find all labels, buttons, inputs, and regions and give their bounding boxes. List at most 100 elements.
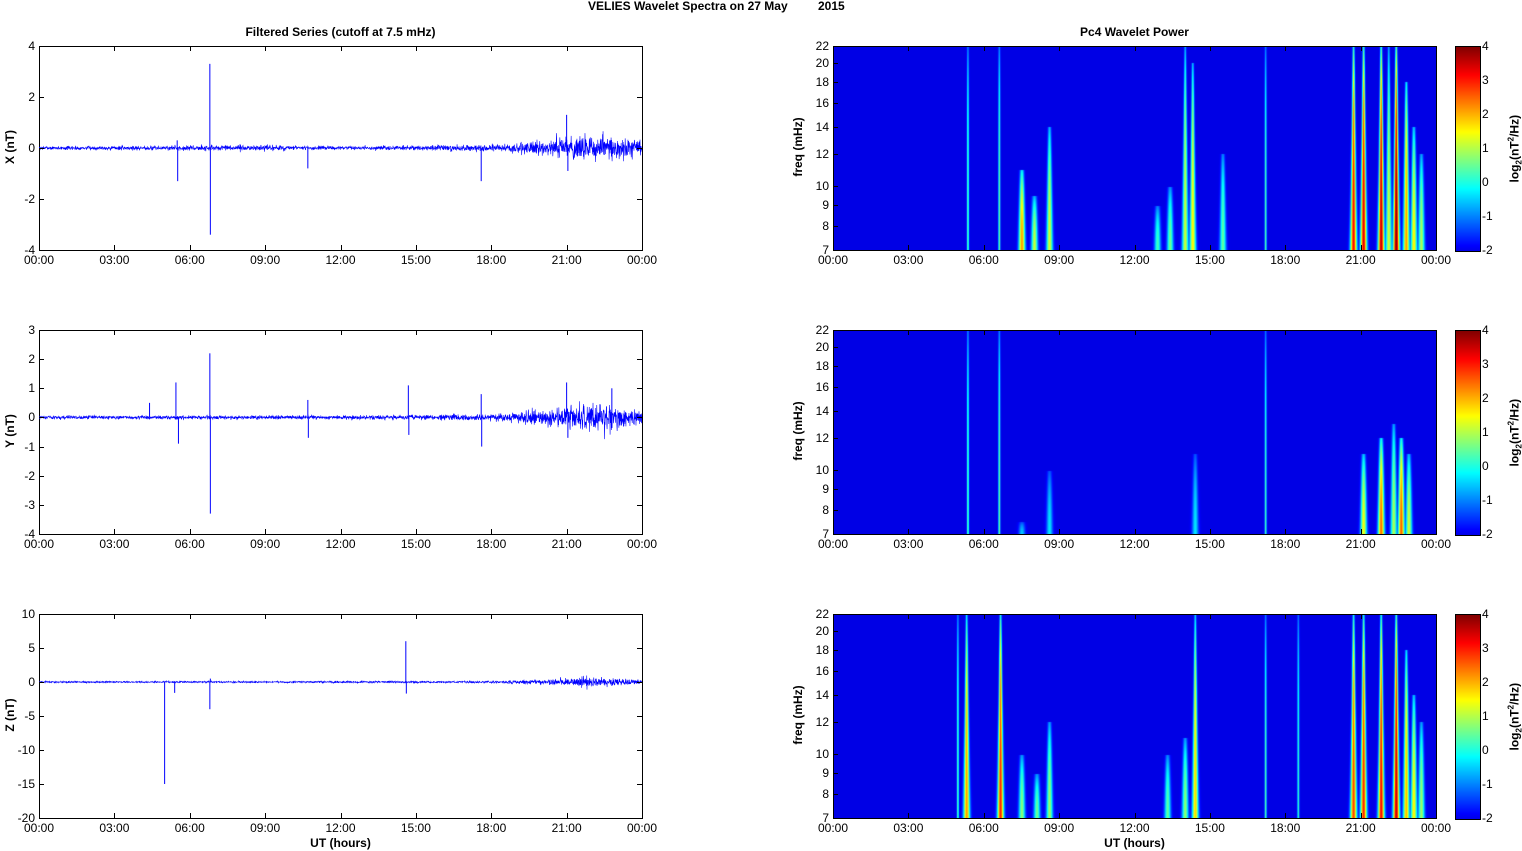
y-tick: [637, 359, 642, 361]
x-tick-label: 15:00: [1194, 537, 1225, 551]
x-tick: [908, 614, 910, 619]
x-axis-label-right: UT (hours): [1104, 836, 1165, 850]
y-tick: [833, 126, 838, 128]
x-tick: [566, 46, 568, 51]
colorbar-tick-label: 4: [1482, 39, 1489, 53]
wavelet-axes: [833, 330, 1437, 535]
x-tick: [114, 813, 116, 818]
time-series-plot: [39, 353, 642, 514]
x-tick-label: 06:00: [174, 253, 205, 267]
y-tick: [833, 694, 838, 696]
y-tick-label: 12: [815, 430, 829, 445]
x-tick: [1285, 614, 1287, 619]
x-tick-label: 12:00: [325, 537, 356, 551]
x-tick-label: 00:00: [23, 821, 55, 835]
colorbar-tick-label: 1: [1482, 425, 1489, 439]
x-tick-label: 00:00: [626, 821, 658, 835]
x-tick: [1059, 813, 1061, 818]
x-tick-label: 00:00: [23, 537, 55, 551]
y-tick: [637, 648, 642, 649]
y-tick: [637, 818, 642, 819]
y-tick: [637, 97, 642, 98]
x-tick-label: 12:00: [325, 253, 356, 267]
y-tick-label: 12: [815, 146, 829, 161]
x-tick: [340, 529, 342, 534]
y-axis-label: freq (mHz): [791, 401, 805, 461]
x-tick-label: 21:00: [1345, 821, 1376, 835]
y-tick: [39, 750, 44, 751]
x-tick-label: 09:00: [250, 253, 281, 267]
y-tick: [833, 754, 838, 756]
y-tick-label: 10: [21, 607, 35, 621]
x-tick: [1209, 529, 1211, 534]
x-tick: [415, 614, 417, 619]
x-tick-label: 06:00: [174, 537, 205, 551]
x-tick: [1285, 813, 1287, 818]
x-tick: [1360, 330, 1362, 335]
y-tick-label: 8: [822, 503, 829, 518]
x-tick: [566, 614, 568, 619]
x-tick-label: 15:00: [400, 821, 431, 835]
x-tick-label: 12:00: [325, 821, 356, 835]
right-column-title: Pc4 Wavelet Power: [1080, 25, 1189, 39]
y-tick: [833, 226, 838, 228]
x-tick: [908, 813, 910, 818]
x-tick: [39, 813, 40, 818]
x-tick-label: 15:00: [400, 537, 431, 551]
colorbar-tick-label: 3: [1482, 357, 1489, 371]
colorbar-tick-label: -2: [1482, 243, 1493, 257]
y-tick: [833, 794, 838, 796]
x-tick-label: 09:00: [1044, 253, 1075, 267]
x-tick-label: 00:00: [626, 537, 658, 551]
y-tick: [833, 818, 838, 819]
y-tick: [833, 534, 838, 535]
y-tick: [39, 199, 44, 200]
x-tick-label: 21:00: [551, 537, 582, 551]
x-tick-label: 15:00: [400, 253, 431, 267]
y-tick-label: 20: [815, 55, 829, 70]
x-tick: [833, 46, 834, 51]
y-tick: [637, 682, 642, 683]
x-tick-label: 03:00: [99, 821, 130, 835]
x-tick: [39, 330, 40, 335]
time-series-plot: [39, 641, 642, 784]
y-tick-label: 10: [815, 463, 829, 478]
x-tick: [114, 614, 116, 619]
x-tick-label: 00:00: [1420, 537, 1452, 551]
x-tick: [833, 330, 834, 335]
x-tick-label: 03:00: [893, 253, 924, 267]
y-tick-label: 18: [815, 358, 829, 373]
y-tick: [39, 504, 44, 506]
x-tick: [39, 46, 40, 51]
y-tick: [637, 534, 642, 535]
x-tick: [642, 813, 643, 818]
colorbar-tick-label: 4: [1482, 323, 1489, 337]
x-tick-label: 00:00: [1420, 253, 1452, 267]
x-tick-label: 03:00: [893, 537, 924, 551]
x-tick: [642, 245, 643, 250]
x-tick: [908, 245, 910, 250]
x-tick: [1209, 46, 1211, 51]
x-tick-label: 03:00: [99, 537, 130, 551]
colorbar-tick-label: 2: [1482, 107, 1489, 121]
x-tick: [189, 813, 191, 818]
y-tick: [637, 504, 642, 506]
series-line: [39, 401, 642, 440]
y-axis-label: X (nT): [3, 130, 17, 164]
x-tick: [1059, 330, 1061, 335]
y-tick: [833, 62, 838, 64]
y-axis-label: Z (nT): [3, 698, 17, 732]
y-tick: [39, 250, 44, 251]
y-tick-label: 16: [815, 95, 829, 110]
y-tick: [833, 437, 838, 439]
x-tick: [1209, 330, 1211, 335]
y-tick: [637, 446, 642, 448]
x-tick-label: 06:00: [968, 537, 999, 551]
x-tick-label: 18:00: [476, 821, 507, 835]
x-tick: [265, 46, 267, 51]
y-tick: [833, 250, 838, 251]
x-tick: [340, 330, 342, 335]
x-tick: [415, 330, 417, 335]
y-tick-label: 22: [815, 607, 829, 621]
x-tick: [1059, 46, 1061, 51]
